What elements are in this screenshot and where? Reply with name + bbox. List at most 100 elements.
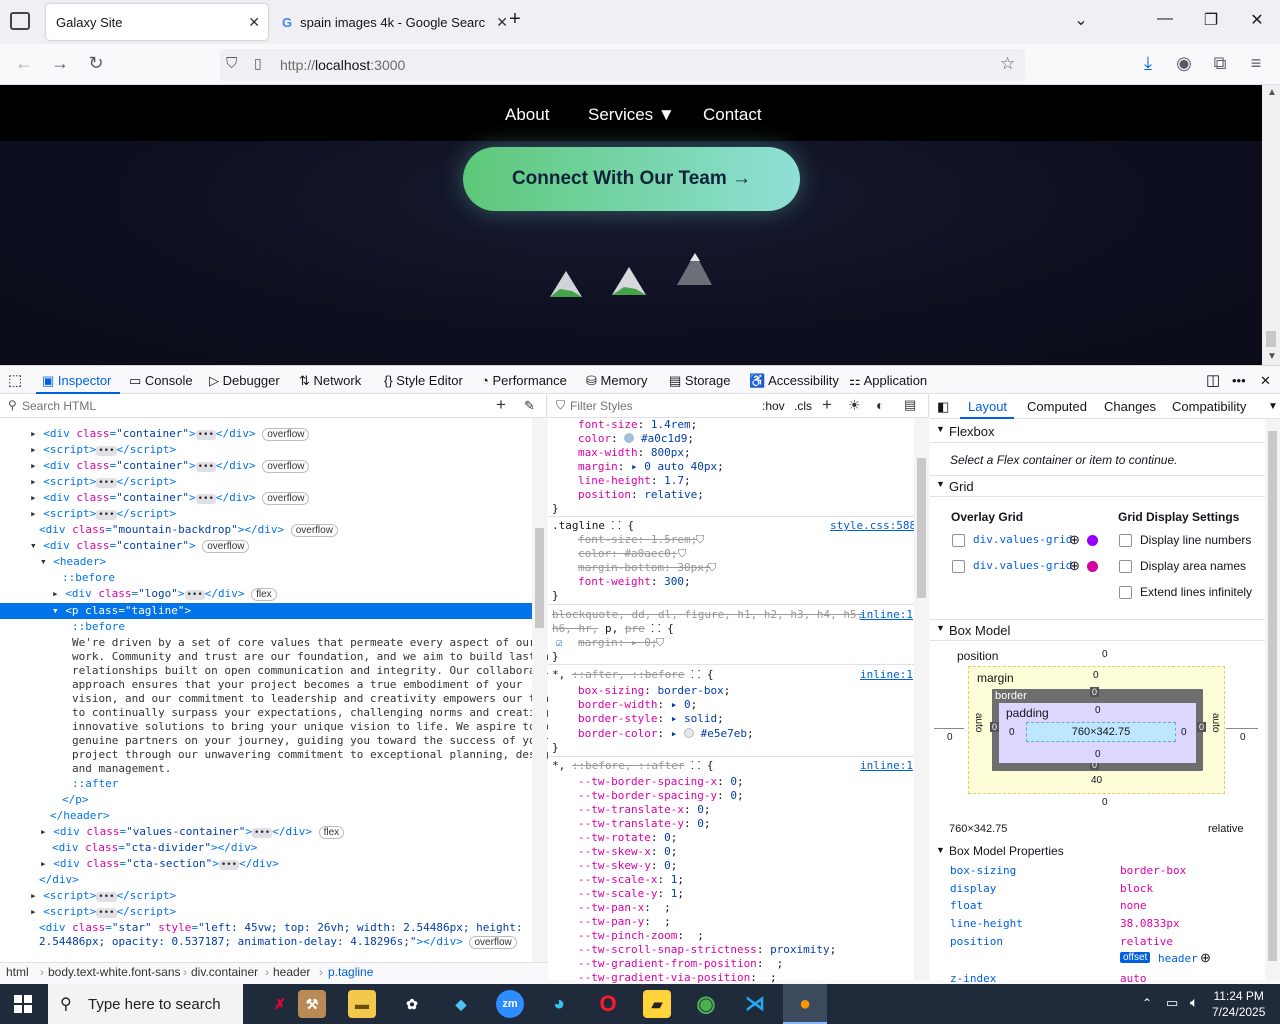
css-declaration[interactable]: font-weight: 300; bbox=[578, 575, 691, 589]
tab-console[interactable]: ▭ Console bbox=[129, 373, 193, 389]
chrome-icon[interactable]: ◉ bbox=[692, 990, 720, 1018]
taskbar-search[interactable]: ⚲ Type here to search bbox=[48, 984, 243, 1024]
dark-scheme-icon[interactable]: ◐ bbox=[876, 397, 884, 413]
tab-memory[interactable]: ⛁ Memory bbox=[586, 373, 647, 389]
markup-node[interactable]: <div class="cta-divider"></div> bbox=[52, 841, 257, 855]
css-declaration[interactable]: font-size: 1.4rem; bbox=[578, 418, 697, 432]
breadcrumb-item[interactable]: div.container bbox=[191, 965, 258, 979]
menu-icon[interactable]: ≡ bbox=[1244, 53, 1268, 74]
tab-style-editor[interactable]: {} Style Editor bbox=[384, 373, 463, 388]
close-devtools-icon[interactable]: ✕ bbox=[1260, 373, 1271, 389]
display-line-numbers-checkbox[interactable] bbox=[1119, 534, 1132, 547]
markup-node[interactable]: ▸ <script> ••• </script> bbox=[30, 475, 176, 489]
declaration-checkbox[interactable]: ☑ bbox=[556, 636, 563, 650]
extensions-icon[interactable]: ⧉ bbox=[1208, 53, 1232, 74]
css-declaration-overridden[interactable]: font-size: 1.5rem; bbox=[578, 533, 697, 547]
edge-icon[interactable]: ◕ bbox=[545, 990, 573, 1018]
css-declaration[interactable]: border-style: ▸ solid; bbox=[578, 712, 724, 726]
filter-icon[interactable]: ⛉ bbox=[708, 561, 716, 575]
css-declaration-overridden[interactable]: margin: ▸ 0; bbox=[578, 636, 657, 650]
nav-contact[interactable]: Contact bbox=[703, 105, 762, 125]
display-area-names-checkbox[interactable] bbox=[1119, 560, 1132, 573]
markup-node[interactable]: 2.54486px; opacity: 0.537187; animation-… bbox=[39, 935, 517, 949]
taskbar-search-input[interactable]: Type here to search bbox=[88, 996, 221, 1013]
app-icon[interactable]: ⚒ bbox=[298, 990, 326, 1018]
markup-node[interactable]: <div class="mountain-backdrop"></div> ov… bbox=[39, 523, 338, 537]
css-variable-declaration[interactable]: --tw-border-spacing-y: 0; bbox=[578, 789, 744, 803]
stylesheet-link[interactable]: inline:1 bbox=[860, 668, 913, 681]
css-variable-declaration[interactable]: --tw-pinch-zoom: ; bbox=[578, 929, 704, 943]
css-selector[interactable]: .tagline ⸬ { bbox=[552, 519, 634, 533]
css-variable-declaration[interactable]: --tw-scroll-snap-strictness: proximity; bbox=[578, 943, 836, 957]
url-bar[interactable]: ⛉ ▯ http://localhost:3000 ☆ bbox=[220, 49, 1025, 81]
print-media-icon[interactable]: ▤ bbox=[904, 397, 916, 413]
tab-performance[interactable]: ◔ Performance bbox=[481, 373, 567, 388]
css-declaration-overridden[interactable]: margin-bottom: 30px; bbox=[578, 561, 710, 575]
bookmark-star-icon[interactable]: ☆ bbox=[1000, 54, 1015, 74]
markup-node[interactable]: ▸ <div class="container"> ••• </div> overf… bbox=[30, 427, 310, 441]
tab-debugger[interactable]: ▷ Debugger bbox=[209, 373, 280, 389]
app-icon[interactable]: ✿ bbox=[398, 990, 426, 1018]
nav-services[interactable]: Services ▼ bbox=[588, 105, 675, 125]
connect-team-button[interactable]: Connect With Our Team → bbox=[463, 147, 800, 211]
markup-node[interactable]: ▸ <div class="logo"> ••• </div> flex bbox=[52, 587, 277, 601]
breadcrumb-item[interactable]: header bbox=[273, 965, 310, 979]
box-model-value[interactable]: 0 bbox=[1240, 732, 1246, 743]
app-icon[interactable]: ✗ bbox=[266, 990, 294, 1018]
tab-changes[interactable]: Changes bbox=[1104, 399, 1156, 414]
css-variable-declaration[interactable]: --tw-rotate: 0; bbox=[578, 831, 677, 845]
system-clock[interactable]: 11:24 PM 7/24/2025 bbox=[1212, 988, 1265, 1020]
tab-application[interactable]: ⚏ Application bbox=[849, 373, 927, 389]
tab-compatibility[interactable]: Compatibility bbox=[1172, 399, 1246, 414]
devtools-menu-icon[interactable]: ••• bbox=[1232, 373, 1246, 388]
volume-icon[interactable]: 🔈︎ bbox=[1190, 994, 1198, 1011]
css-declaration[interactable]: border-width: ▸ 0; bbox=[578, 698, 697, 712]
restore-icon[interactable]: ❐ bbox=[1196, 10, 1226, 30]
box-model-value[interactable]: 0 bbox=[947, 732, 953, 743]
account-icon[interactable]: ◉ bbox=[1172, 53, 1196, 74]
markup-pseudo[interactable]: ::before bbox=[72, 620, 125, 634]
markup-pseudo[interactable]: ::after bbox=[72, 777, 118, 791]
layout-scrollbar[interactable] bbox=[1265, 419, 1280, 980]
stylesheet-link[interactable]: style.css:588 bbox=[830, 519, 916, 532]
css-variable-declaration[interactable]: --tw-translate-y: 0; bbox=[578, 817, 710, 831]
markup-node[interactable]: ▾ <header> bbox=[40, 555, 106, 569]
grid-color-swatch[interactable] bbox=[1087, 561, 1098, 572]
css-selector[interactable]: h6, hr, p, pre ⸬ { bbox=[552, 622, 674, 636]
markup-node[interactable]: ▾ <div class="container"> overflow bbox=[30, 539, 250, 553]
grid-color-swatch[interactable] bbox=[1087, 535, 1098, 546]
css-variable-declaration[interactable]: --tw-gradient-from-position: ; bbox=[578, 957, 783, 971]
markup-scrollbar[interactable] bbox=[532, 418, 547, 962]
css-variable-declaration[interactable]: --tw-scale-y: 1; bbox=[578, 887, 684, 901]
markup-node[interactable]: ▸ <div class="container"> ••• </div> overf… bbox=[30, 491, 310, 505]
markup-node[interactable]: </header> bbox=[50, 809, 110, 823]
add-rule-icon[interactable]: + bbox=[822, 395, 832, 415]
filter-icon[interactable]: ⛉ bbox=[678, 547, 686, 561]
close-window-icon[interactable]: ✕ bbox=[1242, 10, 1272, 30]
expand-icon[interactable]: ▼ bbox=[936, 845, 945, 855]
css-selector[interactable]: blockquote, dd, dl, figure, h1, h2, h3, … bbox=[552, 608, 863, 622]
breadcrumb-item[interactable]: html bbox=[6, 965, 29, 979]
css-variable-declaration[interactable]: --tw-skew-x: 0; bbox=[578, 845, 677, 859]
downloads-icon[interactable]: ⤓ bbox=[1136, 53, 1160, 74]
box-model-section[interactable]: ▼ Box Model bbox=[930, 619, 1265, 641]
tab-storage[interactable]: ▤ Storage bbox=[669, 373, 730, 389]
element-picker-icon[interactable]: ⬚ bbox=[8, 371, 22, 389]
markup-pseudo[interactable]: ::before bbox=[62, 571, 115, 585]
css-variable-declaration[interactable]: --tw-pan-y: ; bbox=[578, 915, 671, 929]
light-scheme-icon[interactable]: ☀ bbox=[848, 397, 861, 414]
css-declaration[interactable]: box-sizing: border-box; bbox=[578, 684, 730, 698]
tab-google-search[interactable]: G spain images 4k - Google Searc ✕ bbox=[272, 4, 516, 40]
box-model-value[interactable]: 0 bbox=[1102, 649, 1108, 660]
show-hidden-icons[interactable]: ⌃ bbox=[1142, 996, 1152, 1010]
page-icon[interactable]: ▯ bbox=[254, 55, 262, 72]
tab-layout[interactable]: Layout bbox=[968, 399, 1007, 414]
tab-network[interactable]: ⇅ Network bbox=[299, 373, 361, 389]
markup-node[interactable]: </div> bbox=[39, 873, 79, 887]
breadcrumb-item[interactable]: body.text-white.font-sans bbox=[48, 965, 181, 979]
css-declaration[interactable]: border-color: ▸ #e5e7eb; bbox=[578, 727, 754, 741]
nav-about[interactable]: About bbox=[505, 105, 549, 125]
markup-node[interactable]: ▸ <div class="container"> ••• </div> overf… bbox=[30, 459, 310, 473]
zoom-icon[interactable]: zm bbox=[496, 990, 524, 1018]
css-selector[interactable]: *, ::after, ::before ⸬ { bbox=[552, 668, 713, 682]
